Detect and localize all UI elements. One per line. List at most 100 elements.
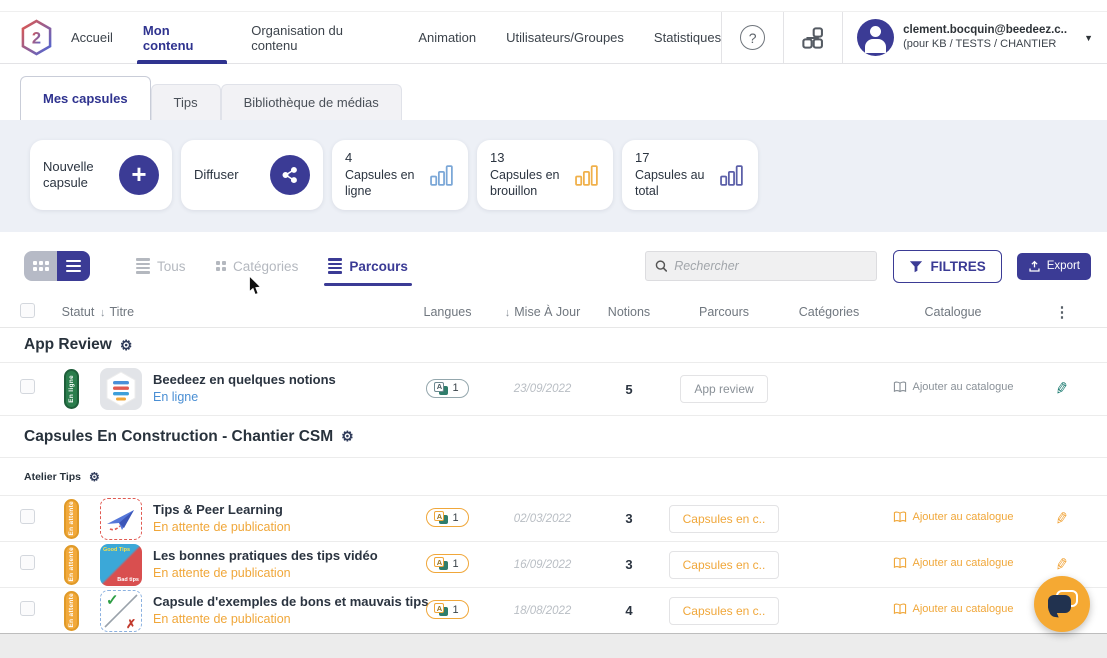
add-to-catalogue-button[interactable]: Ajouter au catalogue [893, 557, 1014, 569]
list-icon [66, 257, 81, 274]
gear-icon[interactable]: ⚙ [341, 428, 354, 445]
chat-widget-button[interactable] [1034, 576, 1090, 632]
section-atelier-tips: Atelier Tips ⚙ [0, 458, 1107, 496]
add-button[interactable]: + [119, 155, 159, 195]
table-row[interactable]: En attente ✓ ✗ Capsule d'exemples de bon… [0, 588, 1107, 634]
diffuser-card[interactable]: Diffuser [181, 140, 323, 210]
col-statut[interactable]: Statut [56, 305, 100, 319]
col-catalogue[interactable]: Catalogue [873, 305, 1033, 319]
edit-icon[interactable]: ✎ [1054, 507, 1071, 529]
bar-chart-icon-indigo [720, 165, 745, 186]
translate-icon: A [434, 603, 448, 616]
table-row[interactable]: En attente Tips & Peer Learning En atten… [0, 496, 1107, 542]
main-content: Tous Catégories Parcours [0, 248, 1107, 658]
filter-tous[interactable]: Tous [136, 256, 186, 276]
add-to-catalogue-button[interactable]: Ajouter au catalogue [893, 381, 1014, 393]
col-categories[interactable]: Catégories [785, 305, 873, 319]
status-badge: En attente [64, 499, 79, 539]
col-titre[interactable]: ↓Titre [100, 305, 405, 319]
col-parcours[interactable]: Parcours [663, 305, 785, 319]
org-switch-button[interactable] [783, 12, 842, 63]
stat-card-total[interactable]: 17 Capsules au total [622, 140, 758, 210]
filter-categories[interactable]: Catégories [216, 259, 299, 274]
add-to-catalogue-button[interactable]: Ajouter au catalogue [893, 603, 1014, 615]
svg-text:2: 2 [32, 29, 41, 47]
col-notions[interactable]: Notions [595, 305, 663, 319]
beedeez-logo[interactable]: 2 [0, 12, 71, 63]
nav-accueil[interactable]: Accueil [71, 12, 113, 63]
new-capsule-card[interactable]: Nouvelle capsule + [30, 140, 172, 210]
search-box[interactable] [645, 251, 877, 281]
export-icon [1028, 260, 1041, 273]
table-row[interactable]: En attente Good Tips Bad tips Les bonnes… [0, 542, 1107, 588]
languages-badge[interactable]: A1 [426, 554, 468, 573]
notions-count: 3 [595, 511, 663, 526]
status-badge: En attente [64, 591, 79, 631]
view-toggle [24, 251, 90, 281]
filtres-label: FILTRES [931, 259, 986, 274]
search-icon [655, 259, 668, 273]
capsule-status-text: En attente de publication [153, 565, 378, 581]
list-view-button[interactable] [57, 251, 90, 281]
stat-card-draft[interactable]: 13 Capsules en brouillon [477, 140, 613, 210]
capsule-title[interactable]: Beedeez en quelques notions [153, 372, 336, 389]
tab-mes-capsules[interactable]: Mes capsules [20, 76, 151, 120]
filtres-button[interactable]: FILTRES [893, 250, 1002, 283]
row-checkbox[interactable] [20, 601, 35, 616]
nav-statistiques[interactable]: Statistiques [654, 12, 721, 63]
parcours-button[interactable]: Capsules en c.. [669, 597, 780, 625]
capsule-thumbnail: ✓ ✗ [100, 590, 142, 632]
tab-tips[interactable]: Tips [151, 84, 221, 120]
nav-utilisateurs[interactable]: Utilisateurs/Groupes [506, 12, 624, 63]
nav-mon-contenu[interactable]: Mon contenu [143, 12, 221, 63]
parcours-button[interactable]: Capsules en c.. [669, 551, 780, 579]
translate-icon: A [434, 511, 448, 524]
cross-icon: ✗ [126, 617, 136, 631]
gear-icon[interactable]: ⚙ [120, 337, 133, 354]
cards-band: Nouvelle capsule + Diffuser 4 Capsules e… [0, 120, 1107, 232]
edit-icon[interactable]: ✎ [1054, 553, 1071, 575]
main-header: 2 Accueil Mon contenu Organisation du co… [0, 12, 1107, 64]
nav-animation[interactable]: Animation [418, 12, 476, 63]
row-checkbox[interactable] [20, 379, 35, 394]
select-all-checkbox[interactable] [20, 303, 35, 318]
stat-card-online[interactable]: 4 Capsules en ligne [332, 140, 468, 210]
filter-parcours[interactable]: Parcours [328, 256, 408, 276]
help-button[interactable]: ? [721, 12, 783, 63]
gear-icon[interactable]: ⚙ [89, 470, 100, 484]
edit-icon[interactable]: ✎ [1054, 378, 1071, 400]
updated-date: 02/03/2022 [490, 513, 595, 525]
notions-count: 4 [595, 603, 663, 618]
languages-badge[interactable]: A1 [426, 508, 468, 527]
user-menu[interactable]: clement.bocquin@beedeez.c.. (pour KB / T… [842, 12, 1107, 63]
filter-categories-label: Catégories [233, 259, 298, 274]
row-checkbox[interactable] [20, 509, 35, 524]
bottom-strip [0, 634, 1107, 658]
search-input[interactable] [674, 259, 866, 273]
share-button[interactable] [270, 155, 310, 195]
parcours-button[interactable]: App review [680, 375, 767, 403]
parcours-icon [328, 256, 342, 276]
total-label: Capsules au total [635, 167, 720, 200]
columns-menu-icon[interactable]: ⋮ [1033, 303, 1091, 321]
section-title: App Review [24, 336, 112, 354]
capsule-title[interactable]: Tips & Peer Learning [153, 502, 291, 519]
beedeez-logo-icon: 2 [20, 19, 53, 56]
add-to-catalogue-button[interactable]: Ajouter au catalogue [893, 511, 1014, 523]
nav-organisation[interactable]: Organisation du contenu [251, 12, 388, 63]
book-icon [893, 603, 907, 615]
parcours-button[interactable]: Capsules en c.. [669, 505, 780, 533]
online-label: Capsules en ligne [345, 167, 430, 200]
col-langues[interactable]: Langues [405, 305, 490, 319]
capsule-title[interactable]: Les bonnes pratiques des tips vidéo [153, 548, 378, 565]
languages-badge[interactable]: A1 [426, 379, 468, 398]
grid-view-button[interactable] [24, 251, 57, 281]
table-row[interactable]: En ligne Beedeez en quelques notions En … [0, 362, 1107, 416]
draft-count: 13 [490, 150, 575, 167]
capsule-title[interactable]: Capsule d'exemples de bons et mauvais ti… [153, 594, 405, 611]
export-button[interactable]: Export [1017, 253, 1091, 280]
languages-badge[interactable]: A1 [426, 600, 468, 619]
tab-bibliotheque[interactable]: Bibliothèque de médias [221, 84, 402, 120]
row-checkbox[interactable] [20, 555, 35, 570]
col-maj[interactable]: ↓Mise À Jour [490, 305, 595, 319]
